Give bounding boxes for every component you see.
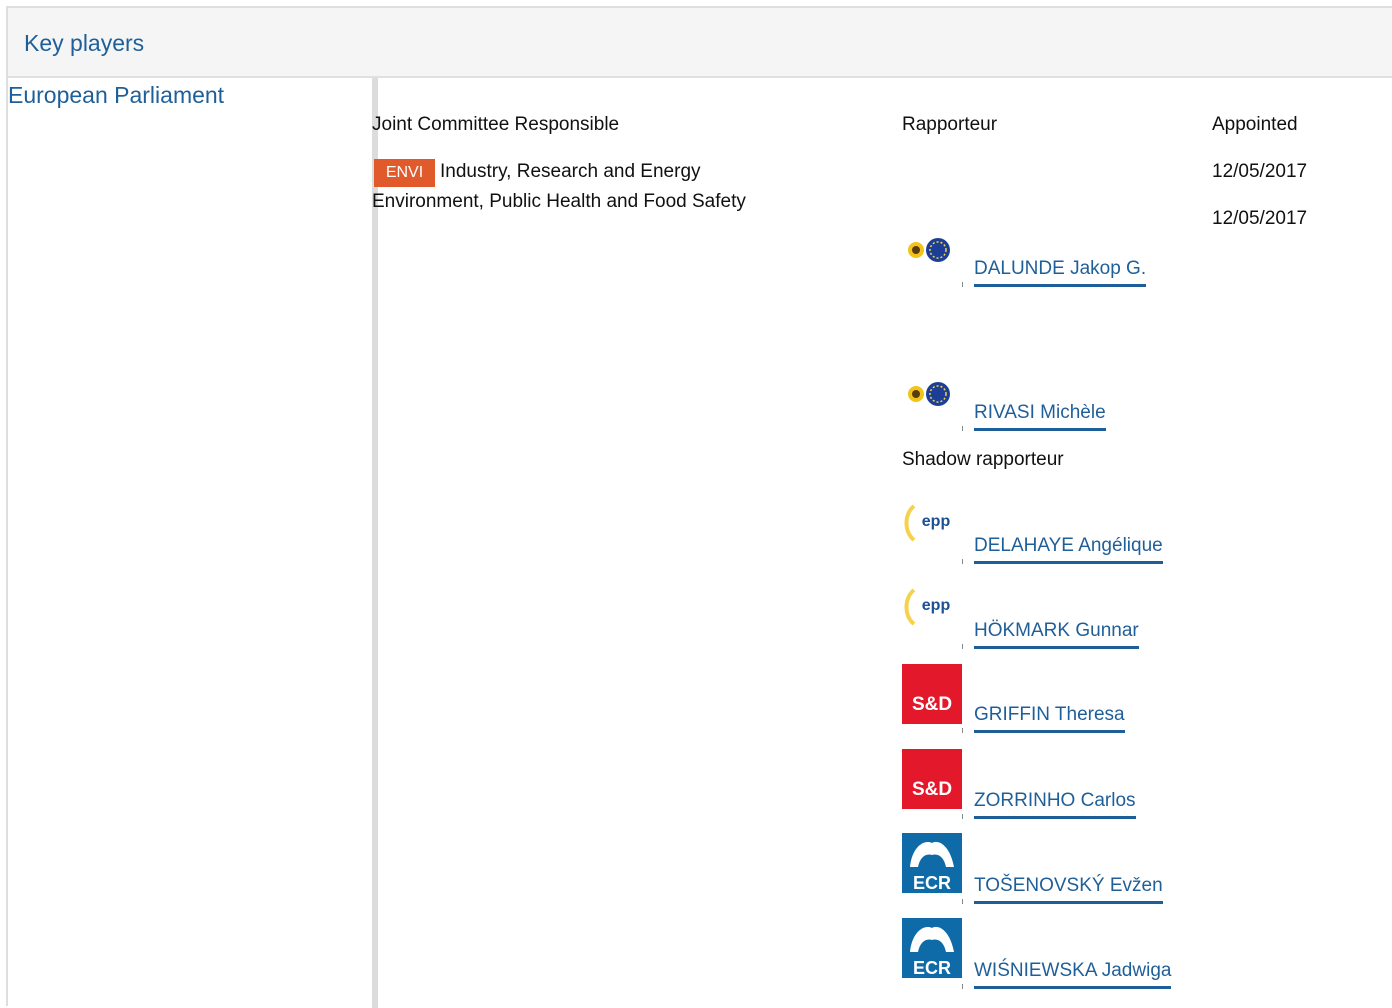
institution-column <box>8 78 378 1008</box>
link-marker <box>962 559 963 564</box>
link-marker <box>962 644 963 649</box>
link-marker <box>962 282 963 287</box>
ecr-logo-text: ECR <box>913 873 951 893</box>
panel-header: Key players <box>8 8 1392 78</box>
greens-efa-logo-icon <box>908 238 950 262</box>
ecr-logo-text: ECR <box>913 958 951 978</box>
epp-logo-text: epp <box>922 513 951 530</box>
shadow-rapporteur-header: Shadow rapporteur <box>902 449 1064 470</box>
link-marker <box>962 899 963 904</box>
rapporteur-link-rivasi[interactable]: RIVASI Michèle <box>974 402 1106 431</box>
shadow-link-tosenovsky[interactable]: TOŠENOVSKÝ Evžen <box>974 875 1163 904</box>
shadow-link-zorrinho[interactable]: ZORRINHO Carlos <box>974 790 1136 819</box>
link-marker <box>962 728 963 733</box>
rapporteur-header: Rapporteur <box>902 114 998 135</box>
appointed-header: Appointed <box>1212 114 1298 135</box>
rapporteur-link-dalunde[interactable]: DALUNDE Jakop G. <box>974 258 1147 287</box>
shadow-link-wisniewska[interactable]: WIŚNIEWSKA Jadwiga <box>974 960 1172 989</box>
committee-badge: ENVI <box>374 159 435 187</box>
epp-logo-text: epp <box>922 597 951 614</box>
shadow-link-delahaye[interactable]: DELAHAYE Angélique <box>974 535 1163 564</box>
sd-logo-text: S&D <box>912 779 952 800</box>
appointed-date: 12/05/2017 <box>1212 161 1308 182</box>
ecr-logo-icon: ECR <box>902 833 962 893</box>
epp-logo-icon: epp <box>902 580 962 640</box>
committee-header: Joint Committee Responsible <box>372 114 620 135</box>
link-marker <box>962 814 963 819</box>
epp-logo-icon: epp <box>902 496 962 556</box>
committee-line-1: Industry, Research and Energy <box>440 161 701 182</box>
shadow-link-griffin[interactable]: GRIFFIN Theresa <box>974 704 1125 733</box>
sd-logo-text: S&D <box>912 694 952 715</box>
link-marker <box>962 984 963 989</box>
institution-name: European Parliament <box>8 82 225 108</box>
committee-line-2: Environment, Public Health and Food Safe… <box>372 191 746 212</box>
shadow-link-hokmark[interactable]: HÖKMARK Gunnar <box>974 620 1139 649</box>
sd-logo-icon: S&D <box>902 749 962 809</box>
ecr-logo-icon: ECR <box>902 918 962 978</box>
link-marker <box>962 426 963 431</box>
appointed-date: 12/05/2017 <box>1212 208 1308 229</box>
section-title: Key players <box>24 30 145 56</box>
key-players-panel: Key players European Parliament Joint Co… <box>6 6 1392 1008</box>
sd-logo-icon: S&D <box>902 664 962 724</box>
greens-efa-logo-icon <box>908 382 950 406</box>
